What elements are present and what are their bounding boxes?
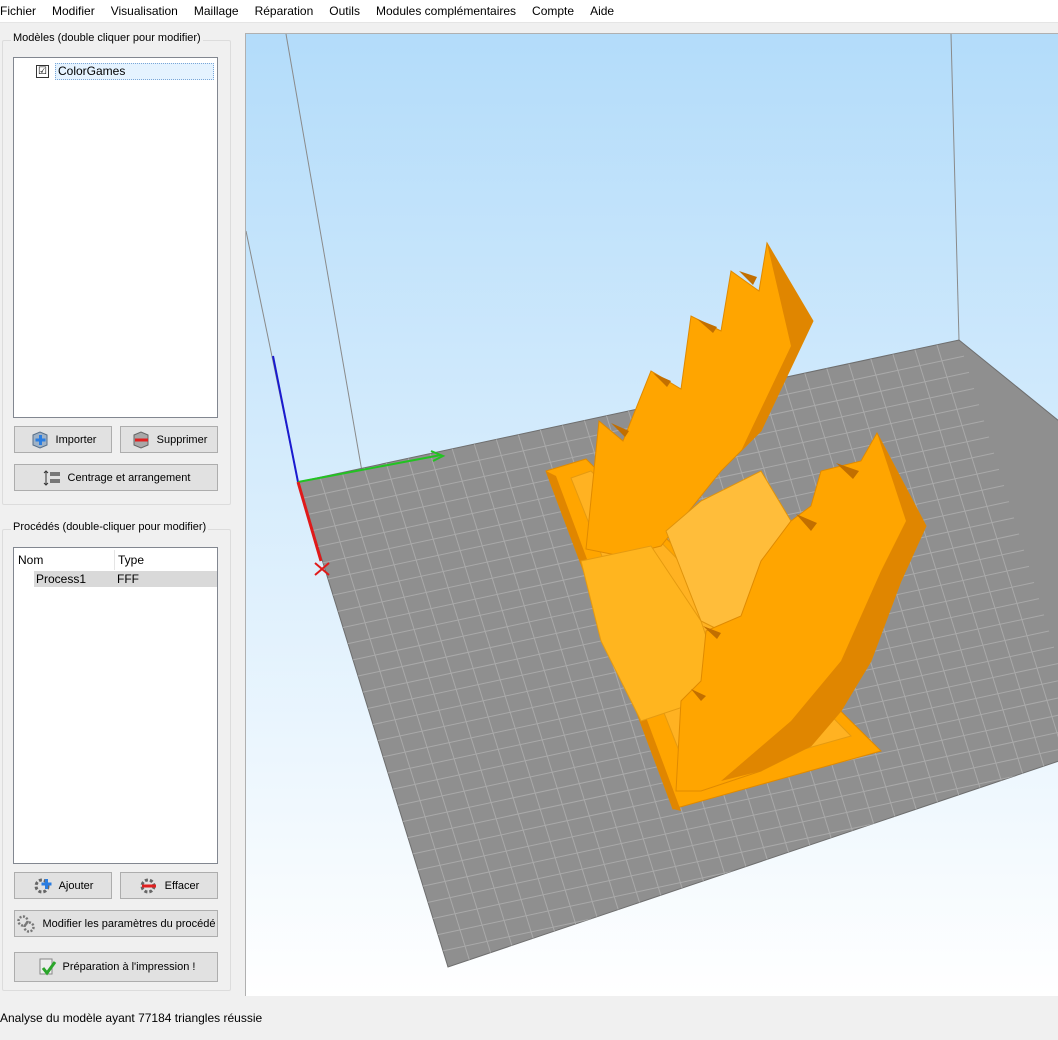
menu-aide[interactable]: Aide — [582, 0, 622, 22]
add-process-icon — [33, 876, 53, 896]
processes-table[interactable]: Nom Type Process1 FFF — [13, 547, 218, 864]
prepare-print-button[interactable]: Préparation à l'impression ! — [14, 952, 218, 982]
add-process-button[interactable]: Ajouter — [14, 872, 112, 899]
menubar: Fichier Modifier Visualisation Maillage … — [0, 0, 1058, 23]
process-settings-icon — [16, 914, 36, 934]
model-item[interactable]: ☑ ColorGames — [36, 62, 214, 80]
model-checkbox[interactable]: ☑ — [36, 64, 49, 78]
menu-compte[interactable]: Compte — [524, 0, 582, 22]
menu-visualisation[interactable]: Visualisation — [103, 0, 186, 22]
models-group: Modèles (double cliquer pour modifier) ☑… — [2, 32, 231, 505]
processes-group: Procédés (double-cliquer pour modifier) … — [2, 521, 231, 991]
3d-viewport[interactable] — [245, 33, 1058, 996]
delete-process-button[interactable]: Effacer — [120, 872, 218, 899]
models-group-title: Modèles (double cliquer pour modifier) — [11, 32, 203, 44]
arrange-icon — [42, 468, 62, 488]
menu-maillage[interactable]: Maillage — [186, 0, 247, 22]
models-list[interactable]: ☑ ColorGames — [13, 57, 218, 418]
menu-modifier[interactable]: Modifier — [44, 0, 103, 22]
import-button[interactable]: Importer — [14, 426, 112, 453]
column-separator — [114, 550, 115, 570]
model-item-label: ColorGames — [55, 62, 214, 80]
build-volume-scene[interactable] — [246, 34, 1058, 996]
import-label: Importer — [55, 433, 97, 446]
delete-model-icon — [131, 430, 151, 450]
table-row[interactable]: Process1 FFF — [34, 571, 217, 587]
arrange-label: Centrage et arrangement — [67, 471, 191, 484]
process-settings-label: Modifier les paramètres du procédé — [42, 917, 216, 930]
menu-fichier[interactable]: Fichier — [0, 0, 44, 22]
column-header-name[interactable]: Nom — [18, 550, 43, 570]
menu-modules[interactable]: Modules complémentaires — [368, 0, 524, 22]
delete-model-button[interactable]: Supprimer — [120, 426, 218, 453]
menu-reparation[interactable]: Réparation — [247, 0, 322, 22]
statusbar: Analyse du modèle ayant 77184 triangles … — [0, 996, 1058, 1028]
process-name: Process1 — [36, 572, 87, 586]
prepare-print-label: Préparation à l'impression ! — [62, 961, 196, 973]
delete-model-label: Supprimer — [156, 433, 208, 446]
processes-group-title: Procédés (double-cliquer pour modifier) — [11, 521, 209, 533]
column-header-type[interactable]: Type — [118, 550, 144, 570]
delete-process-label: Effacer — [164, 879, 200, 892]
menu-outils[interactable]: Outils — [321, 0, 368, 22]
delete-process-icon — [139, 876, 159, 896]
import-icon — [30, 430, 50, 450]
arrange-button[interactable]: Centrage et arrangement — [14, 464, 218, 491]
process-type: FFF — [117, 572, 139, 586]
process-settings-button[interactable]: Modifier les paramètres du procédé — [14, 910, 218, 937]
add-process-label: Ajouter — [58, 879, 94, 892]
status-text: Analyse du modèle ayant 77184 triangles … — [0, 1011, 263, 1025]
prepare-print-icon — [37, 957, 57, 977]
